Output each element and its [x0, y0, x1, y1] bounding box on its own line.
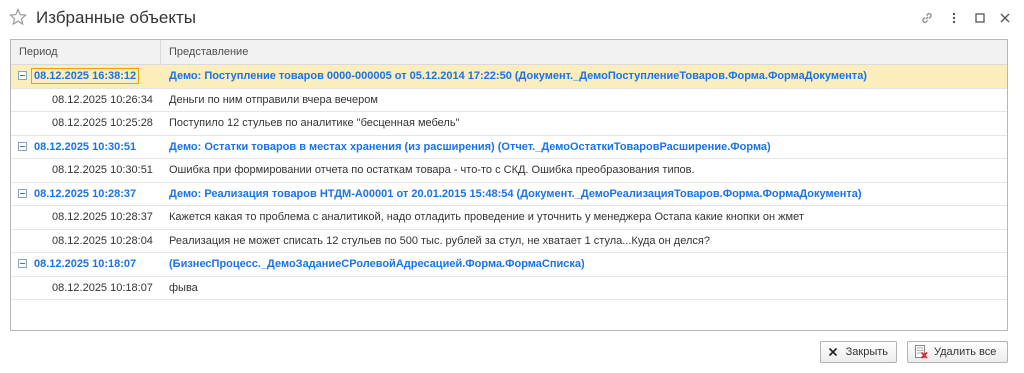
row-period: 08.12.2025 10:18:07	[52, 281, 153, 294]
row-comment: Кажется какая то проблема с аналитикой, …	[169, 211, 804, 224]
close-icon[interactable]	[997, 10, 1013, 26]
table-row[interactable]: 08.12.2025 10:26:34 Деньги по ним отправи…	[11, 89, 1007, 112]
collapse-toggle-icon[interactable]	[18, 188, 27, 198]
maximize-icon[interactable]	[972, 10, 988, 26]
row-period: 08.12.2025 10:30:51	[52, 164, 153, 177]
window-title: Избранные объекты	[36, 8, 196, 27]
table-row[interactable]: 08.12.2025 10:18:07 фыва	[11, 277, 1007, 300]
column-header-period[interactable]: Период	[11, 40, 161, 64]
table-row[interactable]: 08.12.2025 10:28:04 Реализация не может с…	[11, 230, 1007, 253]
row-comment: Реализация не может списать 12 стульев п…	[169, 234, 710, 247]
table-row[interactable]: 08.12.2025 10:28:37 Кажется какая то проб…	[11, 206, 1007, 230]
close-x-icon	[827, 345, 840, 359]
close-button[interactable]: Закрыть	[820, 341, 897, 363]
collapse-toggle-icon[interactable]	[18, 141, 27, 151]
column-header-representation[interactable]: Представление	[161, 40, 1007, 64]
row-comment: Деньги по ним отправили вчера вечером	[169, 93, 378, 106]
collapse-toggle-icon[interactable]	[18, 259, 27, 268]
table-row[interactable]: 08.12.2025 10:25:28 Поступило 12 стульев …	[11, 112, 1007, 136]
object-link[interactable]: Демо: Остатки товаров в местах хранения …	[161, 141, 771, 153]
row-period: 08.12.2025 10:28:37	[52, 211, 153, 224]
favorites-table[interactable]: Период Представление 08.12.2025 16:38:12…	[10, 39, 1008, 331]
object-link[interactable]: Демо: Поступление товаров 0000-000005 от…	[161, 70, 867, 82]
row-comment: Ошибка при формировании отчета по остатк…	[169, 164, 695, 177]
row-period: 08.12.2025 10:26:34	[52, 93, 153, 106]
row-period: 08.12.2025 10:28:37	[34, 187, 137, 200]
row-period: 08.12.2025 10:30:51	[34, 140, 137, 153]
object-link[interactable]: Демо: Реализация товаров НТДМ-А00001 от …	[161, 188, 862, 200]
focused-cell: 08.12.2025 16:38:12	[31, 68, 140, 85]
more-menu-icon[interactable]	[946, 10, 962, 26]
row-period: 08.12.2025 10:28:04	[52, 234, 153, 247]
group-row[interactable]: 08.12.2025 10:30:51 Демо: Остатки товаров…	[11, 136, 1007, 159]
object-link[interactable]: (БизнесПроцесс._ДемоЗаданиеСРолевойАдрес…	[161, 258, 585, 270]
collapse-toggle-icon[interactable]	[18, 71, 27, 80]
group-row[interactable]: 08.12.2025 10:28:37 Демо: Реализация това…	[11, 183, 1007, 206]
row-period: 08.12.2025 16:38:12	[11, 68, 161, 85]
group-row[interactable]: 08.12.2025 10:18:07 (БизнесПроцесс._Демо…	[11, 253, 1007, 277]
row-period: 08.12.2025 10:18:07	[34, 258, 137, 271]
group-row[interactable]: 08.12.2025 16:38:12 Демо: Поступление тов…	[11, 65, 1007, 89]
favorite-star-icon[interactable]	[8, 7, 28, 26]
row-comment: Поступило 12 стульев по аналитике "бесце…	[169, 117, 460, 130]
title-bar: Избранные объекты	[0, 0, 1024, 36]
close-button-label: Закрыть	[845, 346, 888, 358]
delete-all-icon	[914, 345, 928, 359]
table-header: Период Представление	[11, 40, 1007, 65]
delete-all-button-label: Удалить все	[934, 346, 997, 358]
link-icon[interactable]	[919, 10, 935, 26]
table-row[interactable]: 08.12.2025 10:30:51 Ошибка при формирован…	[11, 159, 1007, 183]
table-body: 08.12.2025 16:38:12 Демо: Поступление тов…	[11, 65, 1007, 300]
delete-all-button[interactable]: Удалить все	[907, 341, 1008, 363]
row-comment: фыва	[169, 281, 198, 294]
row-period: 08.12.2025 10:25:28	[52, 117, 153, 130]
